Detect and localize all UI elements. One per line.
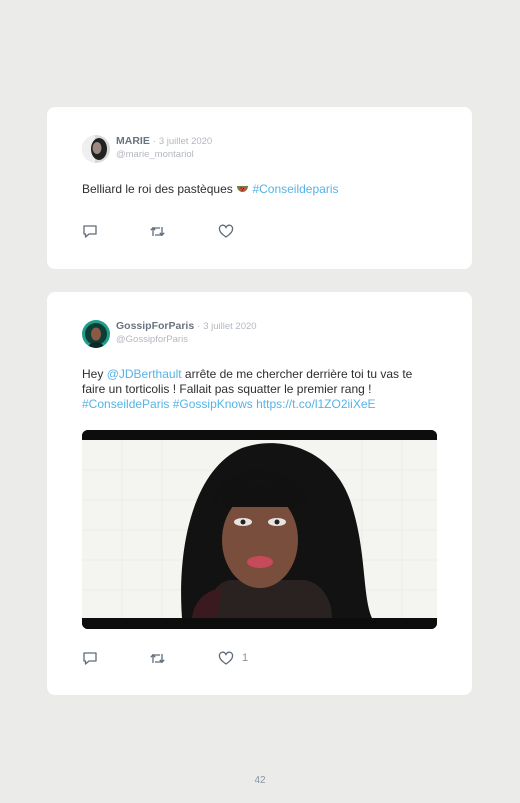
like-button[interactable]: 1 — [218, 651, 258, 667]
retweet-button[interactable] — [149, 224, 166, 240]
tweet-text: Belliard le roi des pastèques #Conseilde… — [82, 182, 438, 197]
watermelon-icon — [236, 182, 249, 196]
author-handle[interactable]: @GossipforParis — [116, 333, 257, 346]
reply-button[interactable] — [82, 651, 98, 667]
hashtag-link[interactable]: #Conseildeparis — [252, 182, 338, 196]
separator: · — [197, 321, 201, 332]
tweet-media-gif[interactable] — [82, 430, 437, 629]
hashtag-link[interactable]: #ConseildeParis — [82, 397, 169, 411]
author-name[interactable]: MARIE — [116, 135, 150, 147]
mention-link[interactable]: @JDBerthault — [107, 367, 182, 381]
reply-icon — [83, 225, 97, 238]
tweet-actions: 1 — [82, 651, 262, 667]
author-handle[interactable]: @marie_montariol — [116, 148, 212, 161]
retweet-button[interactable] — [149, 651, 166, 667]
tweet-text-plain: Belliard le roi des pastèques — [82, 182, 237, 196]
tweet-text: Hey @JDBerthault arrête de me chercher d… — [82, 367, 438, 412]
page-number: 42 — [254, 775, 266, 786]
avatar[interactable] — [82, 320, 110, 348]
like-count: 1 — [242, 652, 249, 664]
url-link[interactable]: https://t.co/l1ZO2iiXeE — [256, 397, 375, 411]
heart-icon — [218, 224, 234, 238]
tweet-date[interactable]: 3 juillet 2020 — [159, 136, 212, 147]
retweet-icon — [150, 226, 165, 237]
reply-button[interactable] — [82, 224, 98, 240]
like-button[interactable] — [218, 224, 234, 240]
author-name[interactable]: GossipForParis — [116, 320, 194, 332]
tweet-actions — [82, 224, 242, 240]
separator: · — [152, 136, 156, 147]
avatar[interactable] — [82, 135, 110, 163]
reply-icon — [83, 652, 97, 665]
tweet-text-prefix: Hey — [82, 367, 107, 381]
tweet-card: MARIE · 3 juillet 2020 @marie_montariol … — [47, 107, 472, 269]
heart-icon — [218, 651, 234, 665]
retweet-icon — [150, 653, 165, 664]
hashtag-link[interactable]: #GossipKnows — [173, 397, 253, 411]
tweet-date[interactable]: 3 juillet 2020 — [203, 321, 256, 332]
tweet-card: GossipForParis · 3 juillet 2020 @Gossipf… — [47, 292, 472, 695]
